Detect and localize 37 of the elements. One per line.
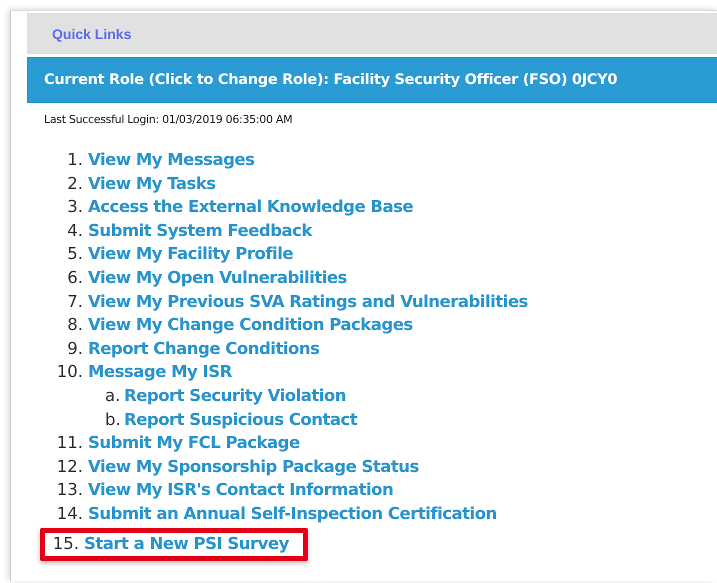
menu-link[interactable]: View My Sponsorship Package Status: [88, 454, 419, 478]
menu-link[interactable]: Submit System Feedback: [88, 218, 312, 242]
menu-link[interactable]: View My Tasks: [88, 172, 216, 195]
list-number: 4.: [66, 220, 83, 242]
quick-links-link[interactable]: Quick Links: [52, 26, 132, 42]
list-number: 14.: [56, 502, 83, 525]
list-number: 6.: [66, 266, 83, 289]
menu-link[interactable]: View My Messages: [88, 148, 254, 171]
last-login-text: Last Successful Login: 01/03/2019 06:35:00 AM: [44, 113, 294, 126]
list-number: a.: [105, 384, 119, 407]
menu-link[interactable]: View My Previous SVA Ratings and Vulnerabilities: [88, 290, 528, 313]
list-number: b.: [105, 408, 119, 431]
menu-link[interactable]: Report Change Conditions: [88, 336, 320, 360]
menu-link[interactable]: View My ISR's Contact Information: [88, 478, 394, 502]
menu-link[interactable]: Report Suspicious Contact: [124, 408, 358, 431]
menu-link[interactable]: Message My ISR: [88, 360, 232, 384]
role-bar[interactable]: Current Role (Click to Change Role): Facility Security Officer (FSO) 0JCY0: [27, 57, 717, 103]
menu-link[interactable]: Submit an Annual Self-Inspection Certification: [88, 502, 497, 525]
list-number: 12.: [56, 456, 83, 478]
menu-link[interactable]: Submit My FCL Package: [88, 431, 300, 454]
list-number: 11.: [56, 432, 83, 454]
list-number: 15.: [52, 534, 79, 554]
menu-link[interactable]: View My Change Condition Packages: [88, 313, 413, 336]
list-number: 7.: [66, 290, 83, 313]
list-number: 2.: [66, 172, 83, 195]
menu-link[interactable]: Report Security Violation: [124, 384, 346, 407]
list-number: 10.: [56, 361, 83, 384]
list-number: 1.: [66, 149, 83, 171]
list-number: 5.: [66, 243, 83, 266]
menu-link[interactable]: View My Open Vulnerabilities: [88, 266, 347, 289]
list-number: 3.: [66, 196, 83, 218]
list-number: 8.: [66, 314, 83, 336]
menu-link[interactable]: View My Facility Profile: [88, 242, 294, 266]
menu-link[interactable]: Access the External Knowledge Base: [88, 195, 414, 218]
list-number: 13.: [56, 479, 83, 502]
menu-link[interactable]: Start a New PSI Survey: [84, 534, 289, 554]
list-number: 9.: [66, 338, 83, 360]
